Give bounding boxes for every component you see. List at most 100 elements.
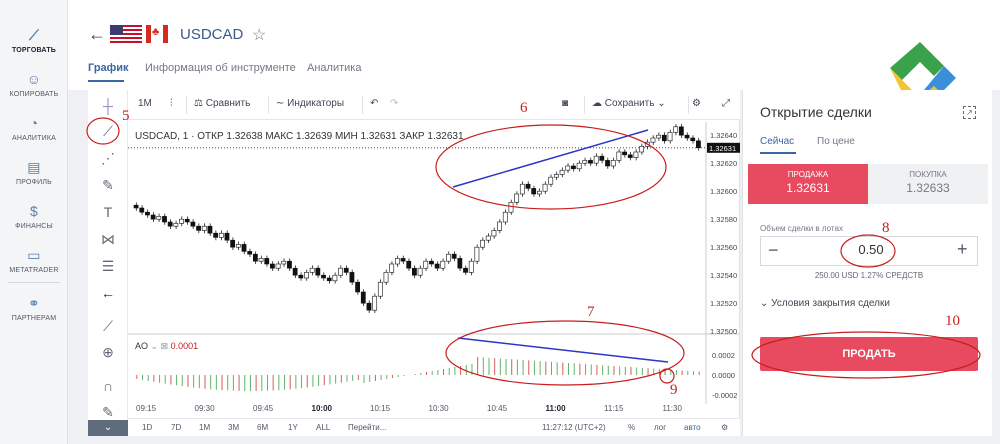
candle-body	[247, 251, 253, 255]
range-1y[interactable]: 1Y	[288, 423, 298, 432]
percent-toggle[interactable]: %	[628, 423, 635, 432]
candle-body	[133, 204, 139, 209]
candle-body	[559, 169, 565, 175]
time-tick-label: 09:30	[194, 404, 215, 413]
pencil-icon[interactable]: ✎	[88, 404, 128, 421]
candle-body	[275, 263, 281, 269]
text-tool-icon[interactable]: T	[88, 204, 128, 220]
goto-date-button[interactable]: Перейти...	[348, 423, 386, 432]
candle-body	[287, 260, 292, 269]
range-7d[interactable]: 7D	[171, 423, 181, 432]
candle-body	[406, 260, 412, 269]
trendline-tool-icon[interactable]: ⟋	[88, 123, 128, 140]
time-tick-label: 09:15	[136, 404, 157, 413]
redo-icon[interactable]: ↷	[390, 98, 398, 109]
tab-chart[interactable]: График	[88, 62, 129, 74]
range-6m[interactable]: 6M	[257, 423, 268, 432]
candle-body	[474, 246, 480, 262]
magnet-icon[interactable]: ∩	[88, 378, 128, 394]
time-tick-label: 11:15	[604, 404, 624, 413]
candle-body	[684, 134, 690, 139]
tab-analytics[interactable]: Аналитика	[307, 62, 361, 74]
nav-metatrader[interactable]: ▭ METATRADER	[0, 246, 68, 274]
pattern-tool-icon[interactable]: ⋈	[88, 231, 128, 248]
zoom-in-icon[interactable]: ⊕	[88, 344, 128, 361]
nav-analytics[interactable]: ◔ АНАЛИТИКА	[0, 114, 68, 142]
fork-tool-icon[interactable]: ⋰	[88, 150, 128, 167]
price-chart[interactable]: 1.32640 1.32620 1.32600 1.32580 1.32560 1.325…	[128, 122, 740, 404]
tab-now[interactable]: Сейчас	[760, 136, 794, 147]
sell-submit-button[interactable]: ПРОДАТЬ	[760, 337, 978, 371]
profile-icon: ▤	[27, 159, 41, 175]
candle-body	[656, 134, 662, 139]
camera-icon[interactable]: ◙	[562, 98, 568, 109]
candle-body	[690, 137, 696, 142]
log-toggle[interactable]: лог	[654, 423, 666, 432]
candle-body	[497, 221, 502, 231]
ao-settings-icon[interactable]: ⌄ ⊠	[151, 341, 171, 351]
time-axis: 09:15 09:30 09:45 10:00 10:15 10:30 10:45 11:00…	[128, 404, 740, 418]
candle-body	[173, 223, 179, 227]
candle-body	[650, 137, 656, 143]
close-conditions-toggle[interactable]: ⌄ Условия закрытия сделки	[760, 298, 890, 309]
tab-instrument-info[interactable]: Информация об инструменте	[145, 62, 296, 74]
chevron-down-icon[interactable]: ⌄	[88, 420, 128, 436]
back-arrow-icon[interactable]: ←	[88, 24, 106, 45]
settings-gear-icon[interactable]: ⚙	[692, 98, 701, 109]
compare-button[interactable]: ⚖ Сравнить	[194, 98, 250, 109]
range-1m[interactable]: 1M	[199, 423, 210, 432]
range-1d[interactable]: 1D	[142, 423, 152, 432]
candle-body	[412, 267, 417, 276]
range-3m[interactable]: 3M	[228, 423, 239, 432]
candle-body	[514, 193, 520, 203]
time-tick-label: 11:00	[545, 404, 566, 413]
nav-copy[interactable]: ☺ КОПИРОВАТЬ	[0, 70, 68, 98]
ruler-tool-icon[interactable]: ⟋	[88, 318, 128, 335]
compare-icon: ⚖	[194, 98, 206, 109]
undo-icon[interactable]: ↶	[370, 98, 378, 109]
candle-body	[332, 274, 338, 282]
favorite-star-icon[interactable]: ☆	[252, 25, 266, 45]
candle-body	[531, 188, 537, 195]
indicators-icon: ∼	[276, 98, 288, 109]
range-bar: 1D 7D 1M 3M 6M 1Y ALL Перейти... 11:27:1…	[128, 418, 740, 436]
candle-body	[622, 151, 627, 156]
interval-select[interactable]: 1M	[138, 98, 152, 109]
ao-tick-label: 0.0000	[712, 371, 735, 380]
auto-toggle[interactable]: авто	[684, 423, 701, 432]
volume-margin-info: 250.00 USD 1.27% СРЕДСТВ	[814, 271, 924, 280]
volume-minus-button[interactable]: −	[768, 240, 779, 261]
current-price-label: 1.32631	[709, 144, 736, 153]
chart-settings-gear-icon[interactable]: ⚙	[721, 423, 728, 432]
brush-tool-icon[interactable]: ✎	[88, 177, 128, 194]
save-label: Сохранить	[604, 98, 655, 109]
candle-body	[394, 258, 400, 265]
tab-by-price[interactable]: По цене	[817, 136, 855, 147]
save-button[interactable]: ☁ Сохранить ⌄	[592, 98, 666, 109]
nav-trade[interactable]: ⟋ ТОРГОВАТЬ	[0, 26, 68, 54]
tab-active-indicator	[88, 80, 124, 82]
indicators-button[interactable]: ∼ Индикаторы	[276, 98, 344, 109]
volume-plus-button[interactable]: +	[957, 239, 968, 260]
price-tick-label: 1.32600	[710, 187, 737, 196]
time-tick-label: 09:45	[253, 404, 274, 413]
chart-type-icon[interactable]: ⫶	[170, 98, 173, 109]
back-tool-icon[interactable]: ←	[88, 285, 128, 301]
compare-label: Сравнить	[205, 98, 251, 109]
volume-input[interactable]: 0.50	[846, 242, 896, 257]
candle-body	[292, 267, 298, 276]
fibonacci-tool-icon[interactable]: ☰	[88, 258, 128, 275]
chevron-down-icon: ⌄	[760, 298, 772, 309]
nav-finance[interactable]: $ ФИНАНСЫ	[0, 202, 68, 230]
candle-body	[440, 260, 446, 269]
fullscreen-icon[interactable]: ⤢	[722, 98, 730, 109]
ao-tick-label: -0.0002	[712, 391, 737, 400]
candle-body	[258, 258, 264, 262]
sell-price-box[interactable]: ПРОДАЖА 1.32631	[748, 164, 868, 204]
annotation-number: 5	[122, 108, 130, 124]
range-all[interactable]: ALL	[316, 423, 330, 432]
popout-icon[interactable]: ↗	[963, 106, 976, 119]
buy-price-box[interactable]: ПОКУПКА 1.32633	[868, 164, 988, 204]
nav-profile[interactable]: ▤ ПРОФИЛЬ	[0, 158, 68, 186]
nav-partners[interactable]: ⚭ ПАРТНЕРАМ	[0, 294, 68, 322]
